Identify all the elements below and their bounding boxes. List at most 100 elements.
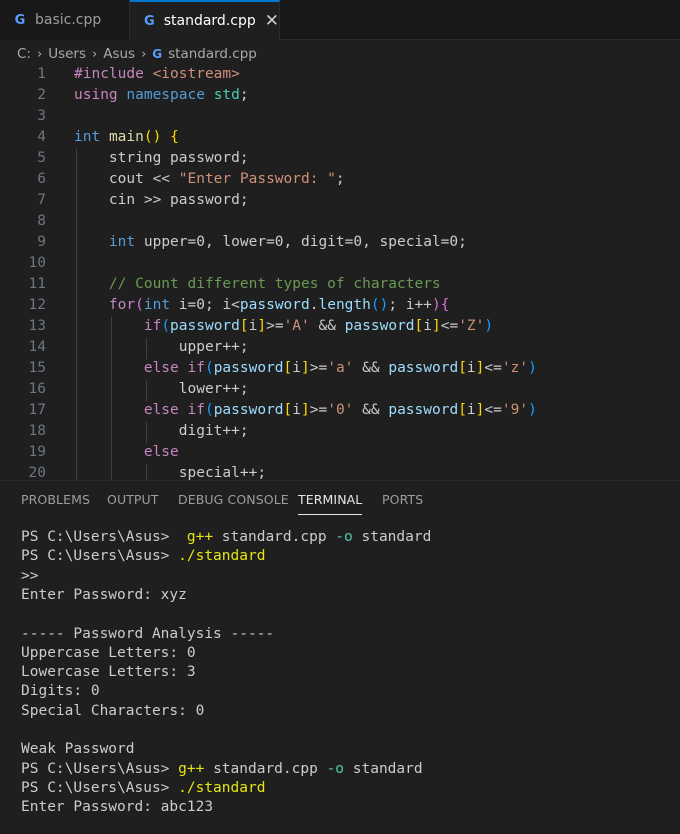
terminal-token: standard [344,760,423,777]
line-number: 19 [28,444,46,460]
code-line: 12 for(int i=0; i<password.length(); i++… [0,295,680,316]
tab-ports[interactable]: PORTS [382,492,423,507]
line-number: 18 [28,423,46,439]
code-text: if(password[i]>='A' && password[i]<='Z') [74,316,493,337]
terminal-token: ./standard [178,779,266,796]
code-token: [ [239,318,249,334]
code-token: '0' [327,402,354,418]
breadcrumb-item-drive[interactable]: C: [17,46,31,62]
code-token: i [423,318,432,334]
code-token: >= [309,360,328,376]
code-token: { [440,297,450,313]
tab-problems[interactable]: PROBLEMS [21,492,90,507]
tab-basic-cpp[interactable]: G basic.cpp [0,0,130,40]
code-text: int upper=0, lower=0, digit=0, special=0… [74,232,467,253]
code-token: string password; [74,150,249,166]
code-token: ] [301,402,310,418]
terminal-token: ./standard [178,548,266,565]
code-token: if [187,360,205,376]
tab-standard-cpp[interactable]: G standard.cpp ✕ [130,0,280,40]
code-text: else if(password[i]>='a' && password[i]<… [74,358,537,379]
code-token: ) [528,402,537,418]
code-token: 'A' [283,318,310,334]
terminal-token: PS C:\Users\Asus> [21,548,179,565]
terminal-token: standard.cpp [204,760,327,777]
line-number: 5 [37,150,46,166]
code-line: 9 int upper=0, lower=0, digit=0, special… [0,232,680,253]
code-token: <iostream> [152,66,240,82]
code-token: ( [204,402,214,418]
code-token: && [353,360,389,376]
terminal-line: Uppercase Letters: 0 [21,644,196,663]
terminal-token: g++ [178,760,205,777]
breadcrumb-item-asus[interactable]: Asus [103,46,135,62]
code-text: special++; [74,463,266,480]
code-token: 'a' [327,360,354,376]
code-token: int [108,234,136,250]
code-token: ; [239,87,249,103]
terminal-token: Uppercase Letters: 0 [21,644,196,661]
code-text: #include <iostream> [74,64,240,85]
terminal-token: Digits: 0 [21,683,100,700]
code-token: ; i++ [388,297,432,313]
code-token: if [187,402,205,418]
terminal-line: PS C:\Users\Asus> ./standard [21,779,265,798]
tab-output[interactable]: OUTPUT [107,492,159,507]
line-number: 3 [37,108,46,124]
code-token: ] [301,360,310,376]
code-token: && [353,402,389,418]
breadcrumb-item-file[interactable]: standard.cpp [168,46,257,62]
tab-label: standard.cpp [163,13,256,29]
code-token: [ [414,318,424,334]
terminal-line: PS C:\Users\Asus> g++ standard.cpp -o st… [21,760,423,779]
cpp-file-icon: G [14,12,26,28]
code-token: if [143,318,162,334]
code-token: <= [484,360,502,376]
code-token: ( [135,297,144,313]
code-text: using namespace std; [74,85,249,106]
code-token: upper++; [74,339,249,355]
terminal-output[interactable]: PS C:\Users\Asus> g++ standard.cpp -o st… [0,528,680,834]
code-editor[interactable]: 1 #include <iostream> 2 using namespace std… [0,64,680,480]
code-token: i [466,402,476,418]
code-line: 11 // Count different types of character… [0,274,680,295]
tab-debug-console[interactable]: DEBUG CONSOLE [178,492,289,507]
code-text: string password; [74,148,249,169]
code-token: i=0; i< [170,297,240,313]
code-text: upper++; [74,337,249,358]
code-token: "Enter Password: " [178,171,336,187]
close-icon[interactable]: ✕ [265,11,279,31]
terminal-token: Special Characters: 0 [21,702,205,719]
code-token: main [108,129,144,145]
code-text: else if(password[i]>='0' && password[i]<… [74,400,537,421]
terminal-token: >> [21,567,39,584]
code-token: int [143,297,171,313]
code-token: password [344,318,415,334]
line-number: 15 [28,360,46,376]
terminal-token: PS C:\Users\Asus> [21,529,187,545]
code-text: int main() { [74,127,179,148]
line-number: 2 [37,87,46,103]
code-line: 4 int main() { [0,127,680,148]
code-text: cout << "Enter Password: "; [74,169,345,190]
code-token: password [213,360,284,376]
editor-tab-bar: G basic.cpp G standard.cpp ✕ [0,0,680,40]
code-line: 16 lower++; [0,379,680,400]
code-token: else [143,444,179,460]
terminal-line: Digits: 0 [21,682,100,701]
tab-label: basic.cpp [35,12,102,28]
terminal-line: Enter Password: xyz [21,586,187,605]
terminal-token: Enter Password: xyz [21,586,187,603]
breadcrumb-item-users[interactable]: Users [48,46,86,62]
terminal-token: g++ [186,529,214,545]
code-token: >= [309,402,328,418]
terminal-token: PS C:\Users\Asus> [21,779,179,796]
tab-terminal[interactable]: TERMINAL [298,492,363,515]
